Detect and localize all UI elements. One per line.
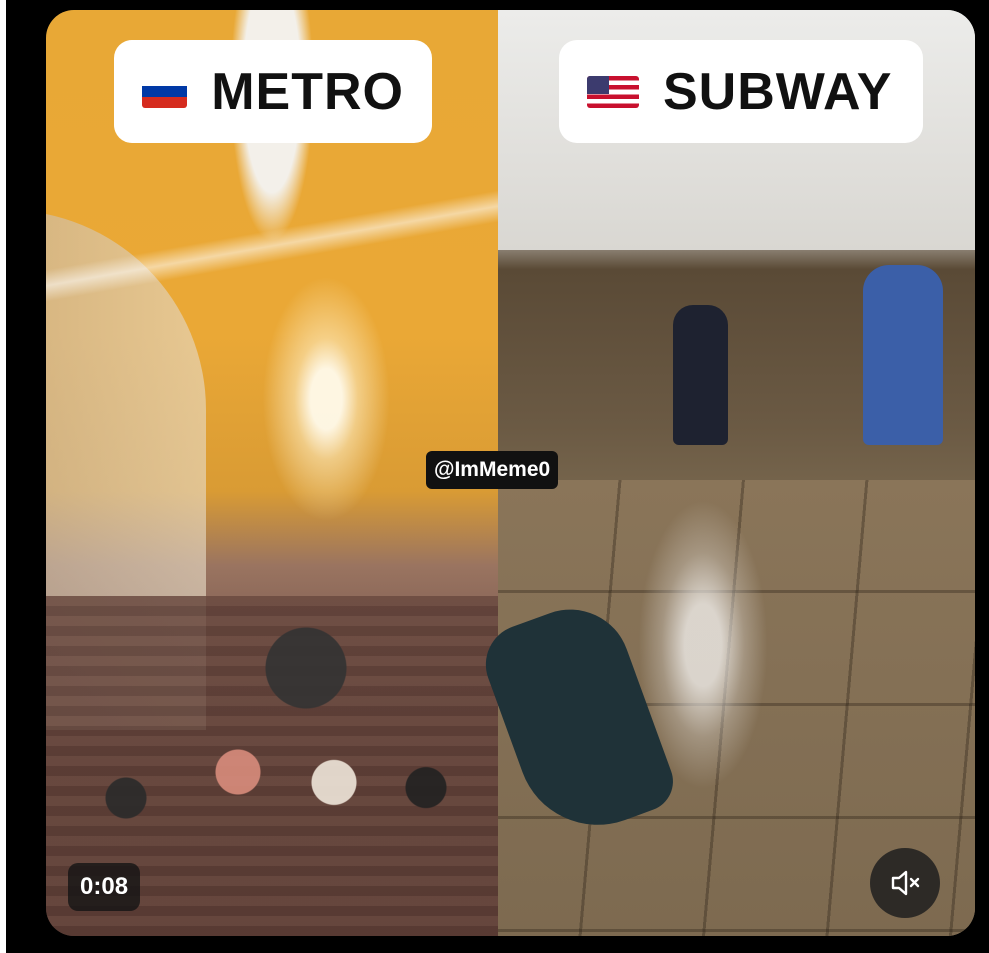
subway-person	[863, 265, 943, 445]
russia-flag-icon	[142, 75, 188, 108]
video-timestamp: 0:08	[68, 863, 141, 911]
creator-watermark: @ImMeme0	[426, 451, 559, 489]
subway-scene	[474, 10, 975, 936]
speaker-muted-icon	[891, 870, 920, 896]
metro-label: METRO	[114, 40, 432, 143]
mute-button[interactable]	[870, 848, 940, 918]
subway-person	[673, 305, 728, 445]
metro-crowd	[86, 616, 486, 876]
subway-label: SUBWAY	[559, 40, 923, 143]
usa-flag-icon	[587, 75, 639, 108]
metro-ceiling-ribs	[46, 190, 498, 310]
video-player[interactable]: METRO SUBWAY @ImMeme0 0:08	[46, 10, 975, 936]
media-frame: METRO SUBWAY @ImMeme0 0:08	[6, 0, 989, 953]
subway-label-text: SUBWAY	[663, 62, 893, 121]
metro-label-text: METRO	[211, 62, 404, 121]
